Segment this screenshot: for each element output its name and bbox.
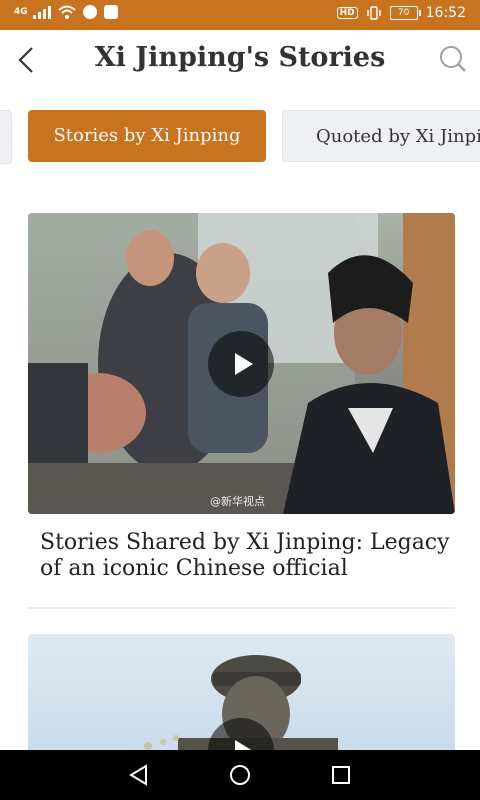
- tab-stories-by-xi[interactable]: Stories by Xi Jinping: [28, 110, 266, 162]
- play-icon: [235, 353, 253, 375]
- notification-app-icon: [82, 5, 97, 19]
- search-button[interactable]: [438, 44, 468, 74]
- hd-badge: HD: [336, 7, 358, 19]
- square-recents-icon: [332, 766, 350, 784]
- network-type: 4G: [14, 7, 28, 17]
- article-title[interactable]: Stories Shared by Xi Jinping: Legacy of …: [40, 530, 450, 582]
- nav-back-button[interactable]: [124, 760, 154, 790]
- system-nav-bar: [0, 750, 480, 800]
- category-tabs: Stories by Xi Jinping Quoted by Xi Jinpi…: [0, 110, 480, 164]
- clock: 16:52: [425, 5, 466, 21]
- play-button-2[interactable]: [208, 718, 274, 750]
- article-thumbnail-2[interactable]: [28, 634, 455, 750]
- page-title: Xi Jinping's Stories: [94, 42, 386, 73]
- search-icon: [440, 46, 466, 72]
- tab-previous[interactable]: [0, 110, 12, 164]
- article-thumbnail[interactable]: @新华视点: [28, 213, 455, 514]
- triangle-back-icon: [129, 764, 147, 786]
- nav-home-button[interactable]: [225, 760, 255, 790]
- vibrate-icon: [366, 6, 381, 20]
- app-header: Xi Jinping's Stories: [0, 30, 480, 90]
- image-watermark: @新华视点: [210, 495, 265, 508]
- play-icon: [235, 740, 252, 750]
- divider: [28, 607, 455, 609]
- tab-quoted-by-xi[interactable]: Quoted by Xi Jinping: [282, 110, 480, 162]
- nav-recents-button[interactable]: [326, 760, 356, 790]
- notification-bag-icon: [103, 5, 118, 19]
- signal-icon: [32, 5, 51, 19]
- status-bar: 4G HD 70 16:52: [0, 0, 480, 30]
- play-button[interactable]: [208, 331, 274, 397]
- circle-home-icon: [230, 765, 250, 785]
- wifi-icon: [57, 5, 76, 19]
- battery-icon: 70: [389, 6, 421, 20]
